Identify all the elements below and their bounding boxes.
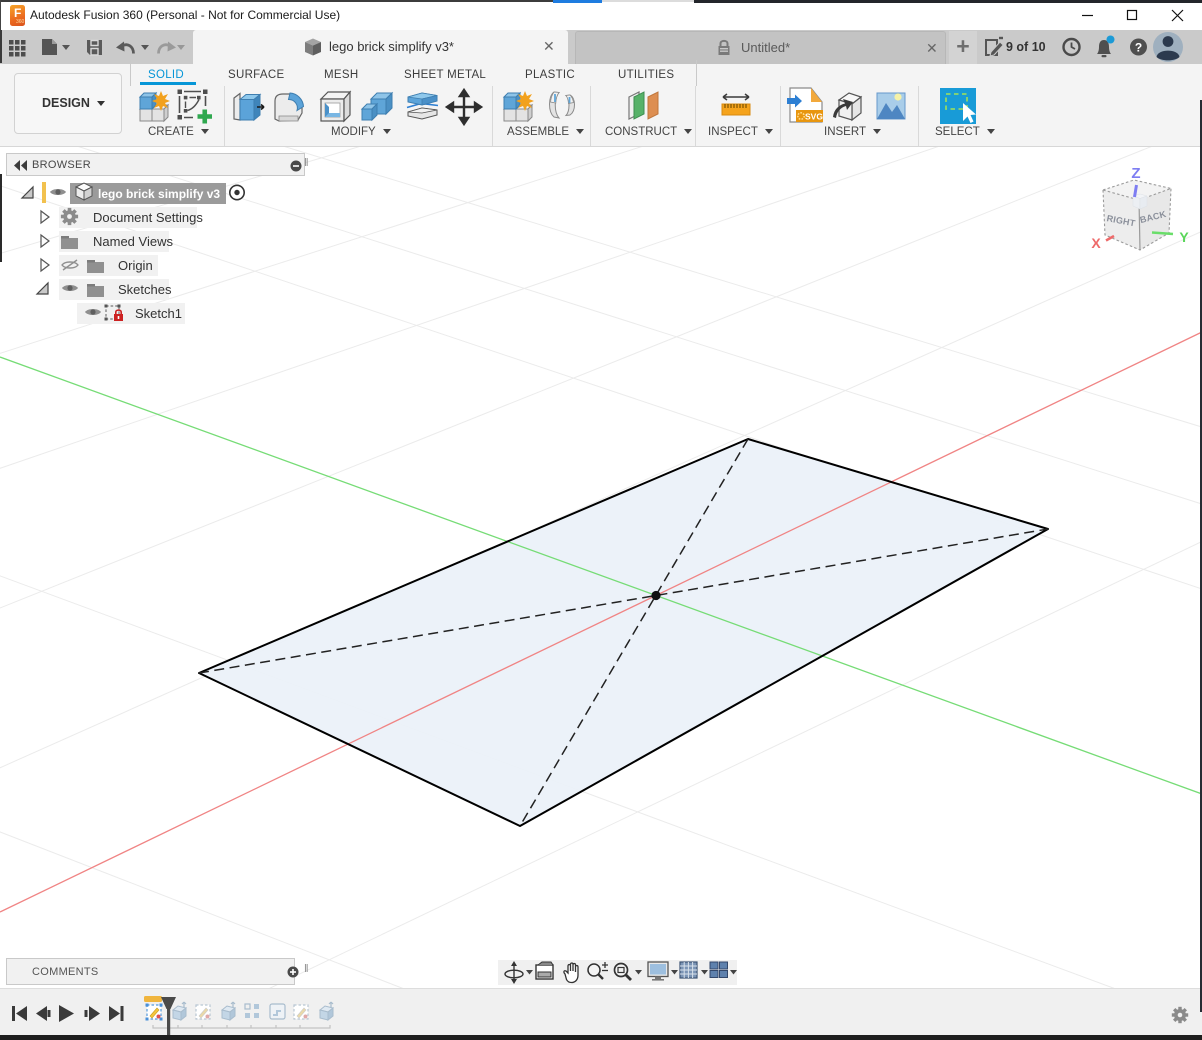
svg-text:?: ? bbox=[1135, 41, 1142, 55]
svg-text:SVG: SVG bbox=[805, 112, 823, 122]
svg-text:X: X bbox=[1091, 235, 1101, 251]
svg-text:Z: Z bbox=[1131, 165, 1140, 182]
svg-text:Y: Y bbox=[1179, 229, 1189, 245]
